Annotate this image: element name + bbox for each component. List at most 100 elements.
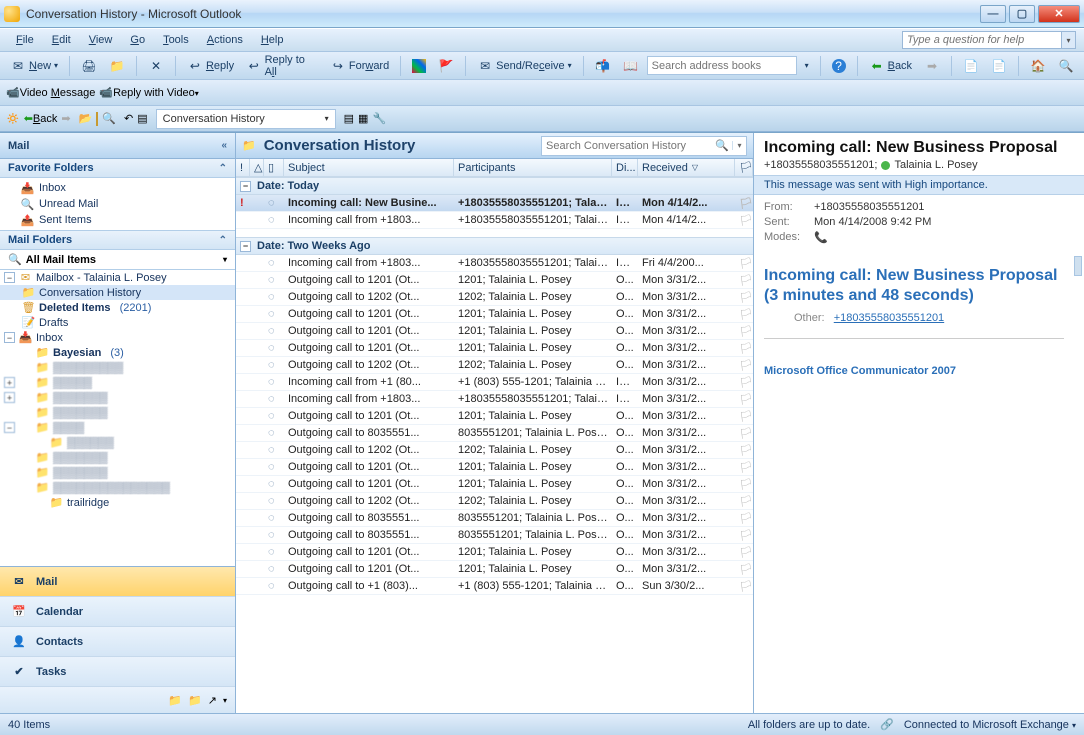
flag-icon[interactable]: 🏳 xyxy=(739,581,753,593)
other-link[interactable]: +18035558035551201 xyxy=(834,312,944,324)
nav-collapse-button[interactable]: « xyxy=(221,140,227,151)
reply-button[interactable]: ↩Reply xyxy=(183,56,238,76)
categorize-button[interactable]: 🚩 xyxy=(434,56,458,76)
flag-icon[interactable]: 🏳 xyxy=(739,411,753,423)
flag-icon[interactable]: 🏳 xyxy=(739,496,753,508)
mini-notes-icon[interactable]: 📁 xyxy=(168,694,182,707)
message-row[interactable]: ◌Outgoing call to 1201 (Ot...1201; Talai… xyxy=(236,476,753,493)
move-button[interactable]: 📁 xyxy=(105,56,129,76)
mini-configure-button[interactable]: ▾ xyxy=(223,696,227,705)
minimize-button[interactable]: — xyxy=(980,5,1006,23)
flag-icon[interactable]: 🏳 xyxy=(739,462,753,474)
bignav-calendar[interactable]: 📅Calendar xyxy=(0,597,235,627)
flag-icon[interactable]: 🏳 xyxy=(739,292,753,304)
folder-blurred[interactable]: +📁▒▒▒▒▒▒▒ xyxy=(0,390,235,405)
message-row[interactable]: ◌Outgoing call to 1201 (Ot...1201; Talai… xyxy=(236,323,753,340)
fav-sent[interactable]: 📤Sent Items xyxy=(0,212,235,228)
infobar[interactable]: This message was sent with High importan… xyxy=(754,175,1084,195)
flag-icon[interactable]: 🏳 xyxy=(739,309,753,321)
flag-icon[interactable]: 🏳 xyxy=(739,343,753,355)
folder-blurred[interactable]: 📁▒▒▒▒▒▒▒ xyxy=(0,405,235,420)
up-folder-button[interactable]: 📂 xyxy=(79,112,93,125)
folder-deleted[interactable]: 🗑Deleted Items (2201) xyxy=(0,300,235,315)
flag-icon[interactable]: 🏳 xyxy=(739,547,753,559)
message-row[interactable]: ◌Outgoing call to 1201 (Ot...1201; Talai… xyxy=(236,306,753,323)
folder-blurred[interactable]: 📁▒▒▒▒▒▒▒ xyxy=(0,450,235,465)
flag-icon[interactable]: 🏳 xyxy=(739,198,753,210)
menu-go[interactable]: Go xyxy=(122,31,153,49)
layout-button1[interactable]: ▤ xyxy=(344,112,354,125)
flag-icon[interactable]: 🏳 xyxy=(739,479,753,491)
find-button[interactable]: 🔍 xyxy=(1054,56,1078,76)
menu-file[interactable]: File xyxy=(8,31,42,49)
folder-blurred[interactable]: 📁▒▒▒▒▒▒▒ xyxy=(0,465,235,480)
menu-edit[interactable]: Edit xyxy=(44,31,79,49)
folder-blurred[interactable]: 📁▒▒▒▒▒▒▒▒▒▒▒▒▒▒▒ xyxy=(0,480,235,495)
message-row[interactable]: ◌Outgoing call to 1201 (Ot...1201; Talai… xyxy=(236,408,753,425)
col-importance[interactable]: ! xyxy=(236,159,250,176)
bignav-tasks[interactable]: ✔Tasks xyxy=(0,657,235,687)
flag-button[interactable] xyxy=(408,57,430,75)
home-button[interactable]: 🏠 xyxy=(1026,56,1050,76)
folder-blurred[interactable]: −📁▒▒▒▒ xyxy=(0,420,235,435)
search-icon[interactable]: 🔍 xyxy=(712,139,732,152)
flag-icon[interactable]: 🏳 xyxy=(739,394,753,406)
reply-video-button[interactable]: 📹Reply with Video▾ xyxy=(99,86,198,99)
flag-icon[interactable]: 🏳 xyxy=(739,513,753,525)
maximize-button[interactable]: ▢ xyxy=(1009,5,1035,23)
folder-conversation-history[interactable]: 📁Conversation History xyxy=(0,285,235,300)
print-button[interactable]: 🖨 xyxy=(77,56,101,76)
favorite-folders-header[interactable]: Favorite Folders⌃ xyxy=(0,159,235,178)
folder-blurred[interactable]: 📁▒▒▒▒▒▒▒▒▒ xyxy=(0,360,235,375)
help-button[interactable]: ? xyxy=(828,57,850,75)
outlook-today-button[interactable]: 🔅 xyxy=(6,112,20,125)
print-preview-button[interactable]: 🔍 xyxy=(102,112,116,125)
bignav-contacts[interactable]: 👤Contacts xyxy=(0,627,235,657)
col-direction[interactable]: Di... xyxy=(612,159,638,176)
help-search-dropdown[interactable]: ▾ xyxy=(1062,31,1076,49)
message-row[interactable]: ◌Outgoing call to 1201 (Ot...1201; Talai… xyxy=(236,272,753,289)
message-row[interactable]: ◌Incoming call from +1803...+18035558035… xyxy=(236,255,753,272)
mail-folders-header[interactable]: Mail Folders⌃ xyxy=(0,231,235,250)
mailbox-root[interactable]: −✉Mailbox - Talainia L. Posey xyxy=(0,270,235,285)
all-mail-items[interactable]: 🔍All Mail Items▾ xyxy=(0,250,235,270)
message-row[interactable]: ◌Outgoing call to 1201 (Ot...1201; Talai… xyxy=(236,340,753,357)
flag-icon[interactable]: 🏳 xyxy=(739,377,753,389)
mini-folder-icon[interactable]: 📁 xyxy=(188,694,202,707)
addressbook-button[interactable]: 📖 xyxy=(619,56,643,76)
message-row[interactable]: ◌Outgoing call to 1201 (Ot...1201; Talai… xyxy=(236,459,753,476)
video-message-button[interactable]: 📹Video Message xyxy=(6,86,95,99)
col-received[interactable]: Received▽ xyxy=(638,159,735,176)
message-row[interactable]: ◌Outgoing call to 1202 (Ot...1202; Talai… xyxy=(236,493,753,510)
back-button[interactable]: ⬅Back xyxy=(865,56,916,76)
flag-icon[interactable]: 🏳 xyxy=(739,530,753,542)
rules-button[interactable]: 📬 xyxy=(591,56,615,76)
folder-bayesian[interactable]: 📁Bayesian (3) xyxy=(0,345,235,360)
reply-all-button[interactable]: ↩Reply to All xyxy=(242,52,322,80)
new-meeting-icon-button[interactable]: 📄 xyxy=(987,56,1011,76)
help-search-input[interactable] xyxy=(902,31,1062,49)
forward-nav-button[interactable]: ➡ xyxy=(920,56,944,76)
message-row[interactable]: ◌Outgoing call to 1202 (Ot...1202; Talai… xyxy=(236,289,753,306)
scroll-thumb[interactable] xyxy=(1074,256,1082,276)
mini-shortcuts-icon[interactable]: ↗ xyxy=(208,694,217,707)
message-row[interactable]: ◌Incoming call from +1803...+18035558035… xyxy=(236,391,753,408)
menu-tools[interactable]: Tools xyxy=(155,31,197,49)
forward2-button[interactable]: ➡ xyxy=(61,112,70,125)
message-row[interactable]: ◌Outgoing call to 1202 (Ot...1202; Talai… xyxy=(236,442,753,459)
flag-icon[interactable]: 🏳 xyxy=(739,326,753,338)
flag-icon[interactable]: 🏳 xyxy=(739,428,753,440)
col-subject[interactable]: Subject xyxy=(284,159,454,176)
message-list[interactable]: −Date: Today!◌Incoming call: New Busine.… xyxy=(236,177,753,713)
group-header[interactable]: −Date: Today xyxy=(236,177,753,195)
group-by-button[interactable]: ▤ xyxy=(137,112,147,125)
group-header[interactable]: −Date: Two Weeks Ago xyxy=(236,237,753,255)
menu-view[interactable]: View xyxy=(81,31,121,49)
reading-body[interactable]: Incoming call: New Business Proposal (3 … xyxy=(754,250,1084,713)
message-row[interactable]: ◌Outgoing call to +1 (803)...+1 (803) 55… xyxy=(236,578,753,595)
bignav-mail[interactable]: ✉Mail xyxy=(0,567,235,597)
col-flag[interactable]: 🏳 xyxy=(735,159,753,176)
new-button[interactable]: ✉New▾ xyxy=(6,56,62,76)
search-dropdown[interactable]: ▾ xyxy=(732,141,746,150)
flag-icon[interactable]: 🏳 xyxy=(739,275,753,287)
